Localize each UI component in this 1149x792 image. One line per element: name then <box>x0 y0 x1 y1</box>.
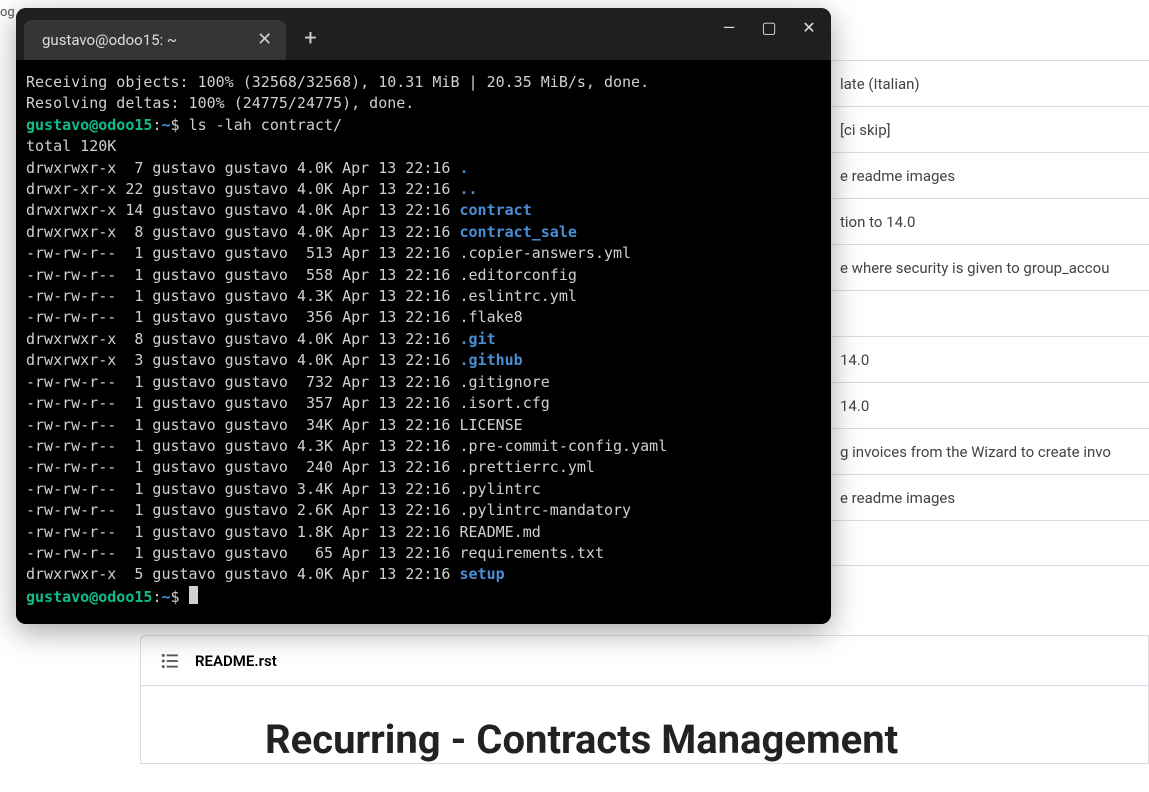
window-close-icon[interactable]: ✕ <box>799 18 819 37</box>
terminal-window[interactable]: gustavo@odoo15: ~ ✕ + — ▢ ✕ Receiving ob… <box>16 8 831 624</box>
new-tab-button[interactable]: + <box>304 26 316 51</box>
toc-icon[interactable] <box>161 652 179 670</box>
terminal-tab-title: gustavo@odoo15: ~ <box>42 31 177 49</box>
terminal-titlebar[interactable]: gustavo@odoo15: ~ ✕ + — ▢ ✕ <box>16 8 831 60</box>
close-icon[interactable]: ✕ <box>257 31 272 49</box>
bg-fragment-text: og <box>0 5 15 20</box>
terminal-output[interactable]: Receiving objects: 100% (32568/32568), 1… <box>16 60 831 624</box>
readme-body: Recurring - Contracts Management <box>141 686 1148 763</box>
maximize-icon[interactable]: ▢ <box>759 18 779 37</box>
readme-header-bar: README.rst <box>141 636 1148 686</box>
minimize-icon[interactable]: — <box>719 18 739 37</box>
window-controls: — ▢ ✕ <box>719 18 819 37</box>
readme-filename[interactable]: README.rst <box>195 652 277 670</box>
readme-title: Recurring - Contracts Management <box>265 716 1148 763</box>
readme-panel: README.rst Recurring - Contracts Managem… <box>140 635 1149 764</box>
terminal-tab[interactable]: gustavo@odoo15: ~ ✕ <box>24 20 286 60</box>
